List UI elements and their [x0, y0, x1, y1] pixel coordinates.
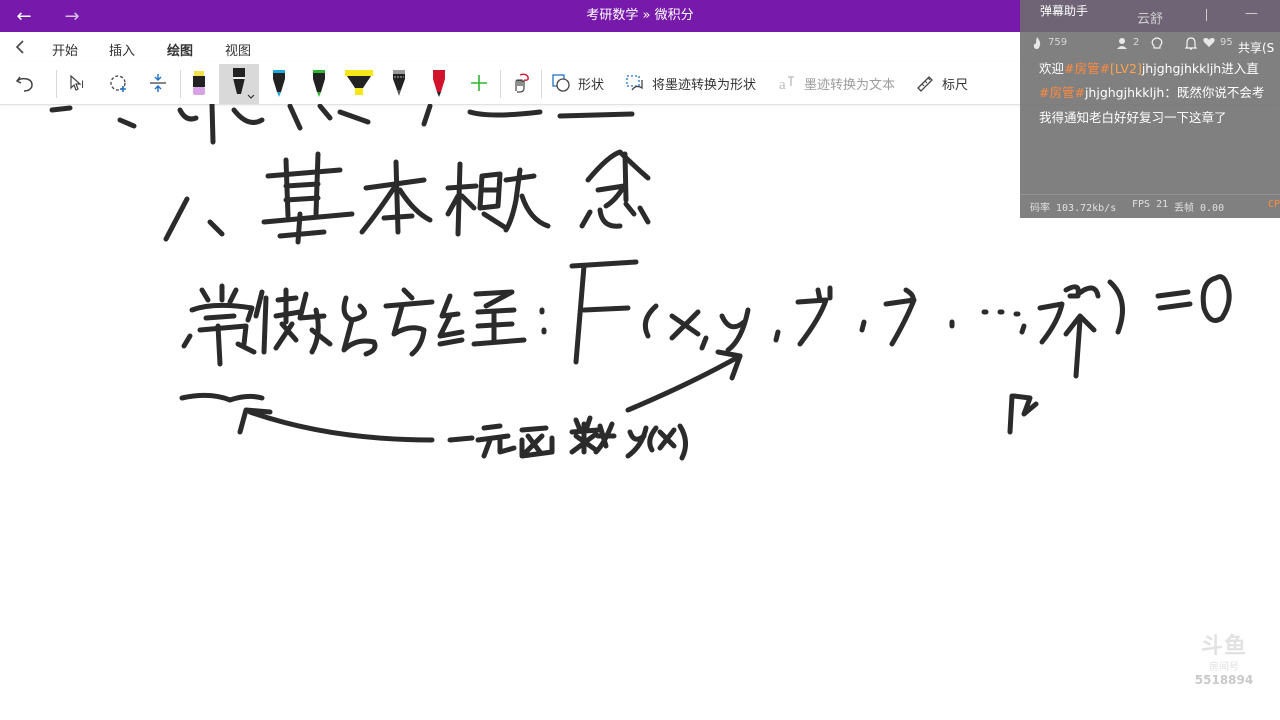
shapes-label: 形状 — [578, 77, 605, 93]
danmaku-stats: 759 2 95 共享(S — [1020, 34, 1280, 56]
popularity-count: 759 — [1048, 37, 1068, 48]
highlighter-icon — [345, 70, 373, 95]
hand-draw-icon — [515, 73, 529, 93]
room-label: 房间号 — [1209, 662, 1239, 673]
fps-readout: FPS 21 — [1132, 199, 1169, 210]
viewer-count: 2 — [1133, 37, 1140, 48]
pen-blue-button[interactable] — [266, 68, 292, 98]
svg-text:a: a — [779, 77, 786, 93]
pen-green-button[interactable] — [306, 68, 332, 98]
danmaku-message: 欢迎#房管#[LV2]jhjghgjhkkljh进入直 — [1039, 61, 1259, 76]
danmaku-message: 我得通知老白好好复习一下这章了 — [1039, 110, 1227, 125]
ruler-label: 标尺 — [942, 77, 969, 93]
add-pen-button[interactable] — [466, 68, 492, 98]
ink-to-text-icon: a — [779, 76, 794, 93]
bulb-icon[interactable] — [1151, 37, 1163, 54]
undo-button[interactable] — [10, 68, 40, 98]
pencil-icon — [393, 70, 405, 96]
danmaku-footer: 码率 103.72kb/s FPS 21 丢帧 0.00 CP — [1020, 194, 1280, 219]
pen-red-button[interactable] — [426, 68, 452, 98]
highlighter-yellow-button[interactable] — [342, 68, 376, 98]
plus-icon — [471, 75, 487, 91]
undo-icon — [15, 76, 33, 92]
shapes-icon — [552, 74, 570, 92]
share-button[interactable]: 共享(S — [1238, 39, 1274, 56]
flame-icon — [1032, 37, 1042, 52]
lasso-text-select-button[interactable]: I — [64, 68, 94, 98]
ink-to-shape-icon — [626, 75, 643, 91]
insert-space-icon — [150, 74, 166, 92]
lasso-select-button[interactable] — [104, 68, 134, 98]
danmaku-title: 弹幕助手 — [1040, 4, 1089, 18]
douyu-watermark: 斗鱼 房间号 5518894 — [1186, 628, 1262, 687]
eraser-icon — [193, 71, 205, 95]
pencil-gray-button[interactable] — [386, 68, 412, 98]
pen-green-icon — [313, 70, 325, 97]
danmaku-header: 弹幕助手 云舒 — — [1020, 0, 1280, 28]
danmaku-message: #房管#jhjghgjhkkljh：既然你说不会考 — [1039, 85, 1265, 100]
likes-count: 95 — [1220, 37, 1233, 48]
ink-to-text-button[interactable]: a 墨迹转换为文本 — [776, 68, 895, 98]
tab-home[interactable]: 开始 — [52, 40, 78, 59]
ink-to-shape-button[interactable]: 将墨迹转换为形状 — [624, 68, 756, 98]
ink-to-shape-label: 将墨迹转换为形状 — [652, 77, 757, 93]
chevron-left-icon[interactable] — [12, 38, 30, 56]
minimize-button[interactable]: — — [1245, 6, 1258, 21]
ruler-icon — [917, 76, 933, 92]
pen-blue-icon — [273, 70, 285, 97]
svg-text:I: I — [81, 79, 84, 91]
type-select-icon: I — [70, 74, 84, 91]
bell-icon[interactable] — [1184, 37, 1198, 54]
add-space-button[interactable] — [143, 68, 173, 98]
tab-insert[interactable]: 插入 — [109, 40, 135, 59]
ink-to-text-label: 墨迹转换为文本 — [804, 77, 896, 93]
heart-icon — [1203, 37, 1215, 51]
douyu-logo: 斗鱼 — [1200, 634, 1247, 659]
danmaku-username: 云舒 — [1137, 12, 1164, 27]
dropframe-readout: 丢帧 0.00 — [1174, 203, 1225, 214]
pen-red-icon — [433, 70, 445, 97]
tab-draw[interactable]: 绘图 — [167, 40, 194, 66]
user-icon — [1116, 37, 1128, 52]
shapes-button[interactable]: 形状 — [550, 68, 604, 98]
ruler-button[interactable]: 标尺 — [914, 68, 968, 98]
pen-black-button[interactable] — [219, 64, 259, 104]
cp-readout: CP — [1268, 199, 1280, 210]
eraser-pen-button[interactable] — [186, 68, 212, 98]
pen-black-icon — [233, 68, 255, 99]
tab-view[interactable]: 视图 — [225, 40, 251, 59]
lasso-icon — [110, 75, 126, 92]
danmaku-panel: 弹幕助手 云舒 — 759 2 95 共享(S 欢迎#房管#[LV2]jhjgh… — [1020, 0, 1280, 218]
touch-draw-button[interactable] — [506, 68, 534, 98]
room-id: 5518894 — [1194, 673, 1254, 687]
bitrate-readout: 码率 103.72kb/s — [1030, 203, 1117, 214]
